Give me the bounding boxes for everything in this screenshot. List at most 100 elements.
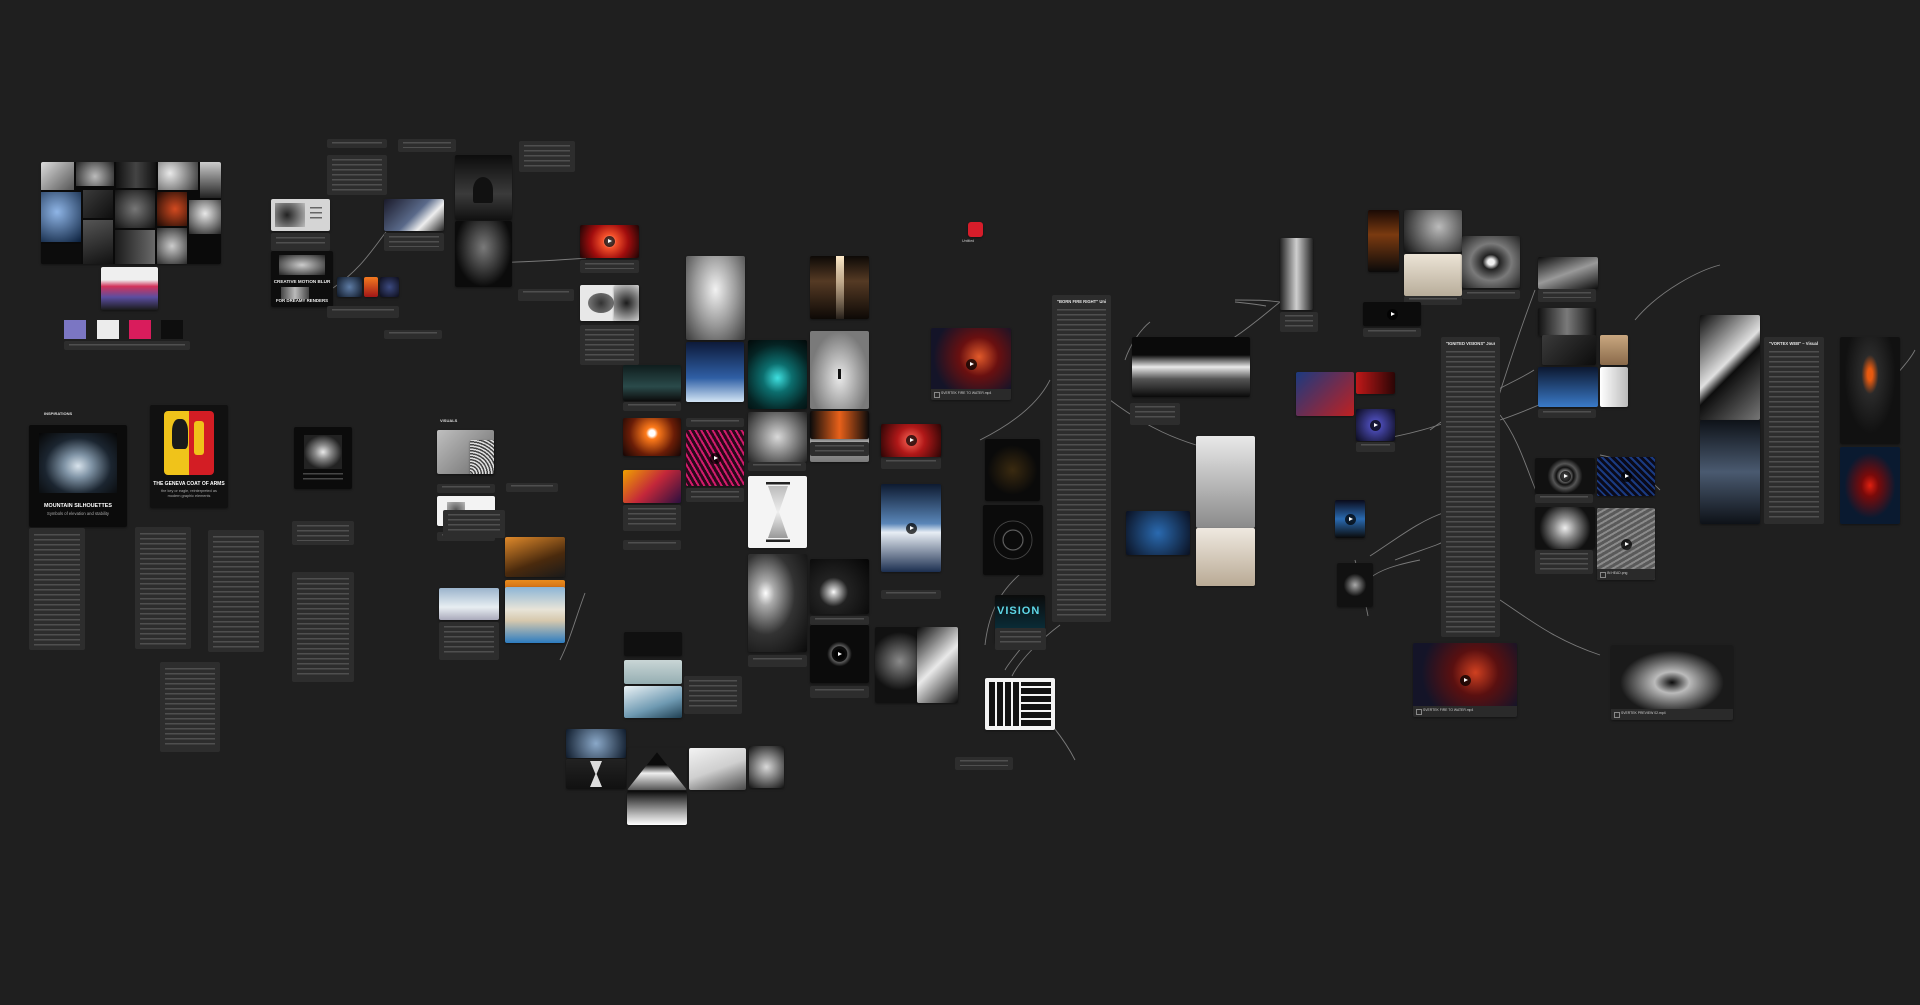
- visual-circles-image[interactable]: [470, 440, 494, 474]
- light-beam-image[interactable]: [810, 256, 869, 319]
- color-swatch-white[interactable]: [97, 320, 119, 339]
- blue-lines-video[interactable]: [1597, 457, 1655, 496]
- architecture-image[interactable]: [1538, 257, 1598, 289]
- whiteboard-canvas[interactable]: INSPIRATIONS MOUNTAIN SILHOUETTES Symbol…: [0, 0, 1920, 1005]
- dark-sculpture-grey[interactable]: [748, 412, 807, 462]
- orange-stream-image[interactable]: [810, 411, 869, 439]
- hourglass-dark[interactable]: [566, 759, 626, 789]
- red-machine-small[interactable]: [1542, 335, 1596, 365]
- note-ring-caption[interactable]: [810, 686, 869, 698]
- note-fog-caption[interactable]: [748, 462, 806, 471]
- note-portrait-caption[interactable]: [623, 505, 681, 531]
- cracked-glass-image[interactable]: [1700, 315, 1760, 420]
- dark-play-video[interactable]: [1363, 302, 1421, 326]
- note-red-list[interactable]: [580, 325, 639, 365]
- studio-shot-image[interactable]: [455, 155, 512, 220]
- note-visual-strategy[interactable]: [292, 572, 354, 682]
- red-eye-image[interactable]: [1840, 447, 1900, 524]
- note-waves-caption[interactable]: [684, 676, 742, 714]
- interior-room-image[interactable]: [1196, 528, 1255, 586]
- note-ignited-visions[interactable]: "IGNITED VISIONS" Journey Banner Video 2…: [1441, 337, 1500, 637]
- note-swirl-caption[interactable]: [748, 655, 807, 667]
- corridor-image[interactable]: [1538, 308, 1596, 336]
- note-black-rings-caption[interactable]: [1535, 494, 1593, 503]
- color-swatch-lavender[interactable]: [64, 320, 86, 339]
- red-abstract-video[interactable]: [1356, 372, 1395, 394]
- futuristic-car-image[interactable]: [623, 365, 681, 401]
- note-references[interactable]: [292, 521, 354, 545]
- note-blur-caption[interactable]: [327, 306, 399, 318]
- note-design-brief-b[interactable]: [208, 530, 264, 652]
- play-icon[interactable]: [1386, 308, 1398, 320]
- red-machine-orange[interactable]: [1600, 335, 1628, 365]
- melting-clock-image[interactable]: [505, 537, 565, 577]
- note-mountain-brief[interactable]: [29, 528, 85, 650]
- galaxy-image[interactable]: [985, 439, 1040, 501]
- eclipse-orange-image[interactable]: [623, 418, 681, 456]
- render-thumb-a[interactable]: [337, 277, 362, 297]
- note-blue-caption[interactable]: [881, 590, 941, 599]
- dark-bag-image[interactable]: [1368, 210, 1399, 272]
- grey-dunes-image[interactable]: [686, 256, 745, 340]
- magenta-lines-video[interactable]: [686, 430, 744, 486]
- watch-image-card[interactable]: [294, 427, 352, 489]
- hooded-figure-image[interactable]: [1840, 337, 1900, 444]
- white-fog-image[interactable]: [1404, 254, 1462, 296]
- crystal-object-image[interactable]: [749, 746, 784, 788]
- sparks-image[interactable]: [810, 559, 869, 614]
- note-glass-caption[interactable]: [686, 418, 744, 427]
- play-icon[interactable]: [905, 435, 917, 446]
- figure-in-fog-image[interactable]: [810, 331, 869, 409]
- render-thumb-b[interactable]: [364, 277, 378, 297]
- note-born-fire-right[interactable]: "BORN FIRE RIGHT" Universal Video Idea: [1052, 295, 1111, 622]
- note-car-caption[interactable]: [623, 402, 681, 411]
- typography-poster[interactable]: [985, 678, 1055, 730]
- note-arch-link[interactable]: [1538, 289, 1596, 302]
- orbit-sphere-image[interactable]: [875, 627, 920, 703]
- sparkle-image[interactable]: [1337, 563, 1373, 607]
- collage-moodboard[interactable]: [41, 162, 221, 264]
- note-layout-ideas[interactable]: [160, 662, 220, 752]
- blue-wave-video[interactable]: [881, 484, 941, 572]
- color-swatch-black[interactable]: [161, 320, 183, 339]
- orbit-diagram-image[interactable]: [983, 505, 1043, 575]
- white-mountain-image[interactable]: [689, 748, 746, 790]
- black-rings-video[interactable]: [1535, 458, 1595, 494]
- eye-closeup-image[interactable]: [1462, 236, 1520, 288]
- play-icon[interactable]: [834, 648, 845, 660]
- note-sculpture-caption[interactable]: [1280, 312, 1318, 332]
- blue-robot-image[interactable]: [1538, 367, 1598, 407]
- creative-motion-blur-card[interactable]: CREATIVE MOTION BLUR FOR DREAMY RENDERS: [271, 251, 333, 307]
- blur-render-image[interactable]: [384, 199, 444, 231]
- lens-product-image-b[interactable]: [614, 285, 639, 321]
- note-peaks-caption[interactable]: [1130, 403, 1180, 425]
- play-icon[interactable]: [1459, 674, 1471, 686]
- video-red-burst[interactable]: [580, 225, 639, 258]
- note-small-d[interactable]: [518, 289, 574, 299]
- note-wire-caption[interactable]: [1535, 550, 1593, 574]
- note-red-link-2[interactable]: [384, 233, 444, 251]
- sculpture-portrait-image[interactable]: [1280, 238, 1313, 310]
- glass-object-image[interactable]: [1404, 210, 1462, 252]
- blue-mesh-image[interactable]: [566, 729, 626, 758]
- flag-gradient-image[interactable]: [101, 267, 158, 310]
- note-typo-caption[interactable]: [955, 757, 1013, 770]
- note-red-link[interactable]: [519, 141, 575, 172]
- waterfall-image[interactable]: [439, 588, 499, 620]
- note-visuals-caption[interactable]: [437, 484, 495, 493]
- note-red-burst-caption[interactable]: [881, 457, 941, 469]
- peak-bg[interactable]: [627, 748, 687, 790]
- blue-sand-image[interactable]: [624, 686, 682, 718]
- note-eye-caption[interactable]: [1462, 290, 1520, 299]
- geneva-coat-of-arms-card[interactable]: THE GENEVA COAT OF ARMS the key or eagle…: [150, 405, 228, 508]
- note-understanding[interactable]: [443, 510, 505, 538]
- peaks-dark-image[interactable]: [627, 791, 687, 825]
- note-sparks-caption[interactable]: [810, 616, 869, 625]
- note-dark-caption[interactable]: [1363, 328, 1421, 337]
- portrait-dark-image[interactable]: [455, 221, 512, 287]
- note-robot-caption[interactable]: [1538, 409, 1596, 418]
- dark-ice-image[interactable]: [1700, 420, 1760, 524]
- play-icon[interactable]: [1344, 513, 1356, 525]
- twisted-shape-image[interactable]: [917, 627, 958, 703]
- starry-path-image[interactable]: [686, 342, 744, 402]
